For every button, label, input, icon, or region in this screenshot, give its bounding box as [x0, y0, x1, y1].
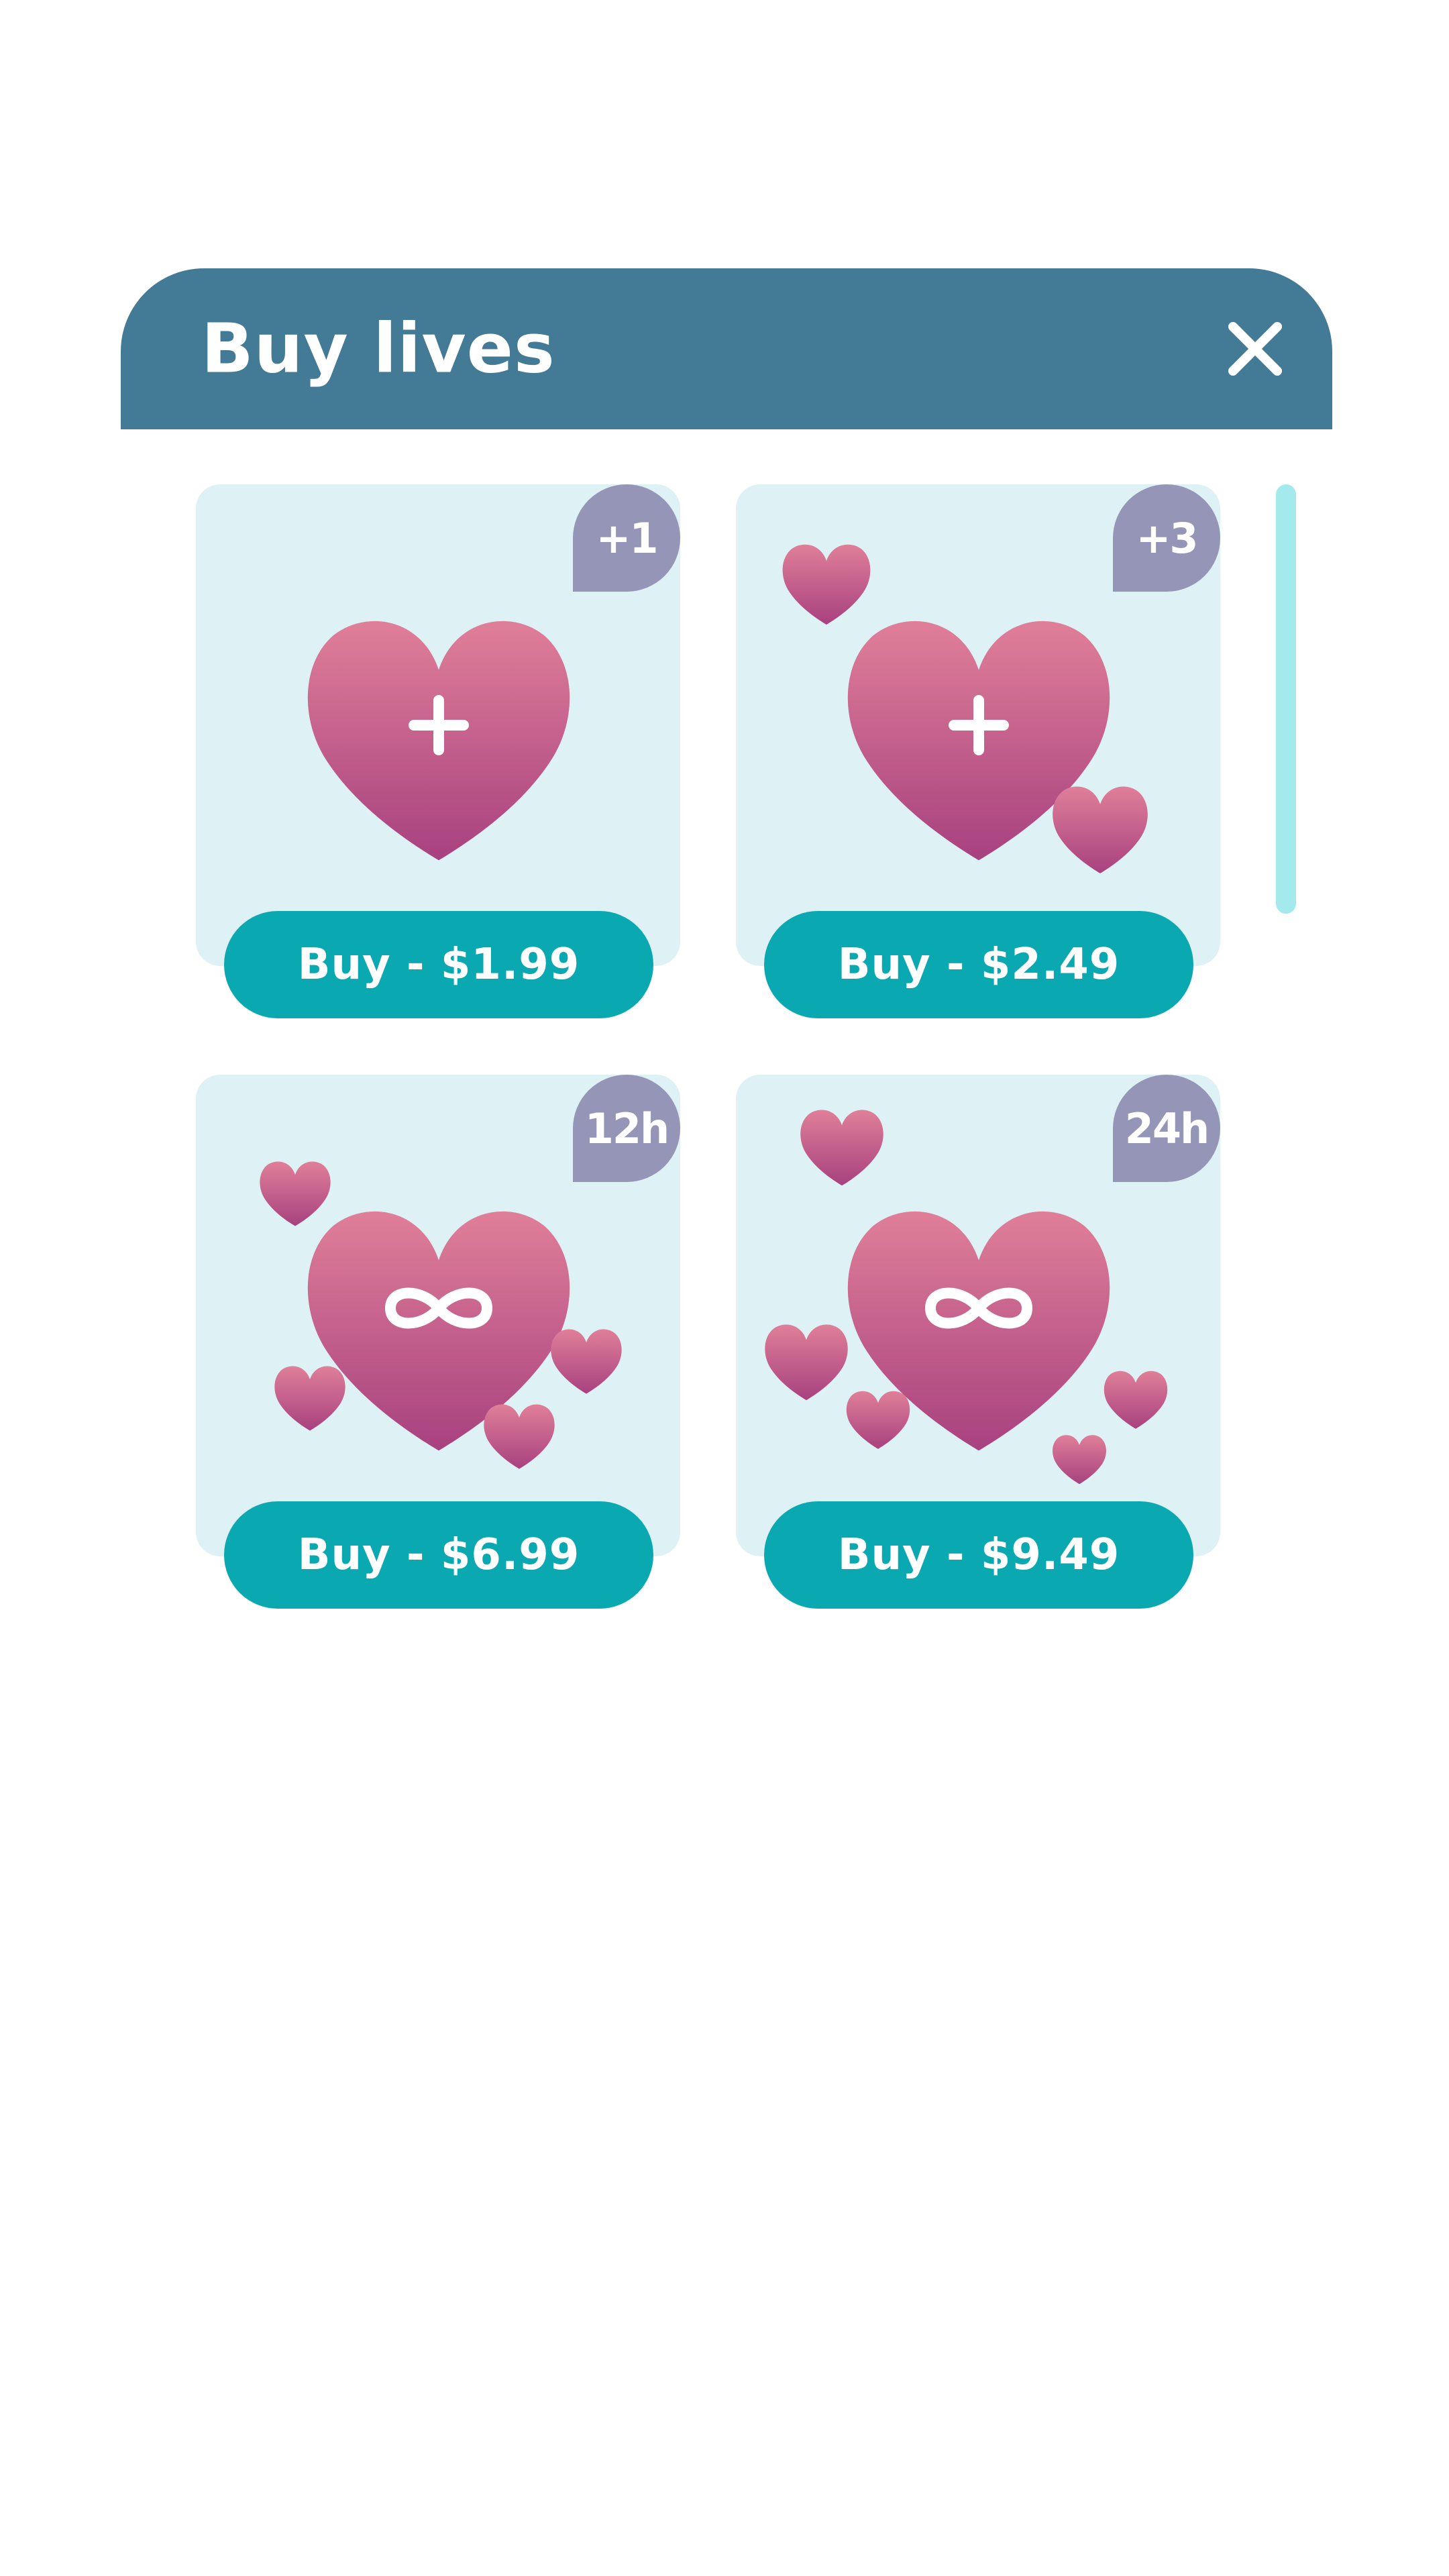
buy-button-4[interactable]: Buy - $9.49 [764, 1501, 1193, 1609]
offer-card-plus3: +3 Buy - $2.49 [736, 484, 1220, 1018]
buy-button-1[interactable]: Buy - $1.99 [224, 911, 653, 1018]
offer-card-plus1: +1 Buy - $1.99 [196, 484, 680, 1018]
offer-card-24h: 24h Buy - $9.49 [736, 1075, 1220, 1609]
offer-card-12h: 12h Buy - $6.99 [196, 1075, 680, 1609]
close-icon [1228, 322, 1282, 376]
badge-lives-count: +3 [1113, 484, 1220, 592]
badge-lives-count: +1 [573, 484, 680, 592]
badge-duration: 24h [1113, 1075, 1220, 1182]
buy-button-3[interactable]: Buy - $6.99 [224, 1501, 653, 1609]
dialog-title: Buy lives [201, 309, 555, 389]
dialog-header: Buy lives [121, 268, 1332, 429]
badge-duration: 12h [573, 1075, 680, 1182]
scrollbar[interactable] [1276, 484, 1296, 914]
buy-button-2[interactable]: Buy - $2.49 [764, 911, 1193, 1018]
close-button[interactable] [1218, 312, 1292, 386]
